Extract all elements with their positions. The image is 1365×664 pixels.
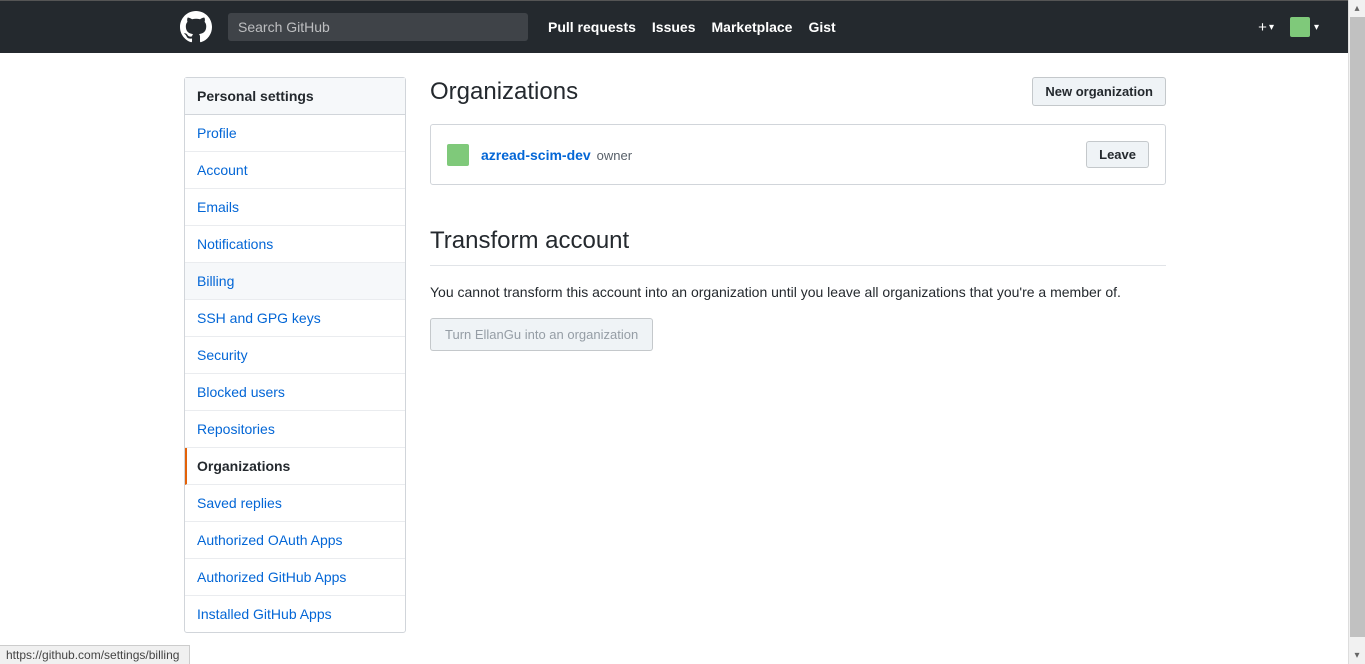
- leave-organization-button[interactable]: Leave: [1086, 141, 1149, 168]
- organization-row: azread-scim-dev owner Leave: [430, 124, 1166, 185]
- scroll-thumb[interactable]: [1350, 17, 1365, 637]
- user-menu[interactable]: ▾: [1290, 17, 1319, 37]
- sidebar-item-organizations: Organizations: [185, 448, 405, 485]
- settings-sidebar: Personal settings Profile Account Emails…: [184, 77, 406, 633]
- top-navbar: Pull requests Issues Marketplace Gist +▾…: [0, 0, 1365, 53]
- nav-issues[interactable]: Issues: [652, 19, 696, 35]
- sidebar-item-github-apps[interactable]: Authorized GitHub Apps: [185, 559, 405, 596]
- sidebar-item-profile[interactable]: Profile: [185, 115, 405, 152]
- sidebar-item-billing[interactable]: Billing: [185, 263, 405, 300]
- github-logo[interactable]: [180, 11, 212, 43]
- sidebar-title: Personal settings: [185, 78, 405, 115]
- caret-down-icon: ▾: [1314, 22, 1319, 33]
- page-title: Organizations: [430, 78, 578, 106]
- nav-links: Pull requests Issues Marketplace Gist: [548, 19, 836, 35]
- sidebar-item-repositories[interactable]: Repositories: [185, 411, 405, 448]
- search-input[interactable]: [228, 13, 528, 41]
- create-new-menu[interactable]: +▾: [1258, 19, 1274, 36]
- organization-role: owner: [597, 148, 632, 163]
- nav-gist[interactable]: Gist: [808, 19, 835, 35]
- vertical-scrollbar[interactable]: ▴ ▾: [1348, 0, 1365, 664]
- organization-link[interactable]: azread-scim-dev: [481, 147, 591, 163]
- sidebar-item-security[interactable]: Security: [185, 337, 405, 374]
- main-content: Organizations New organization azread-sc…: [430, 77, 1166, 633]
- sidebar-item-oauth-apps[interactable]: Authorized OAuth Apps: [185, 522, 405, 559]
- scroll-down-icon[interactable]: ▾: [1349, 647, 1365, 664]
- nav-pull-requests[interactable]: Pull requests: [548, 19, 636, 35]
- plus-icon: +: [1258, 19, 1267, 36]
- new-organization-button[interactable]: New organization: [1032, 77, 1166, 106]
- sidebar-item-ssh-gpg[interactable]: SSH and GPG keys: [185, 300, 405, 337]
- sidebar-item-emails[interactable]: Emails: [185, 189, 405, 226]
- browser-status-bar: https://github.com/settings/billing: [0, 645, 190, 664]
- transform-info-text: You cannot transform this account into a…: [430, 284, 1166, 300]
- transform-title: Transform account: [430, 227, 1166, 266]
- org-avatar-icon: [447, 144, 469, 166]
- nav-marketplace[interactable]: Marketplace: [712, 19, 793, 35]
- caret-down-icon: ▾: [1269, 22, 1274, 33]
- sidebar-item-saved-replies[interactable]: Saved replies: [185, 485, 405, 522]
- sidebar-item-blocked-users[interactable]: Blocked users: [185, 374, 405, 411]
- scroll-up-icon[interactable]: ▴: [1349, 0, 1365, 17]
- sidebar-item-notifications[interactable]: Notifications: [185, 226, 405, 263]
- sidebar-item-installed-apps[interactable]: Installed GitHub Apps: [185, 596, 405, 632]
- user-avatar-icon: [1290, 17, 1310, 37]
- sidebar-item-account[interactable]: Account: [185, 152, 405, 189]
- transform-account-button: Turn EllanGu into an organization: [430, 318, 653, 351]
